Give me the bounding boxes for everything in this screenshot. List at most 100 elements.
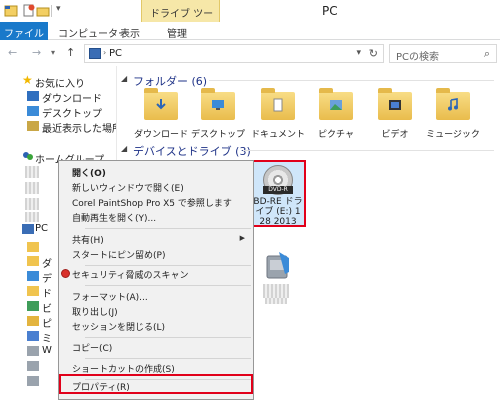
menu-item-corel-browse[interactable]: Corel PaintShop Pro X5 で参照します [59,195,253,210]
address-path: PC [109,48,123,59]
new-folder-icon[interactable] [36,4,50,17]
menu-separator [85,228,251,229]
section-divider [243,150,494,151]
folder-icon [27,256,39,266]
document-icon [273,98,283,112]
menu-label: 新しいウィンドウで開く(E) [72,184,184,194]
nav-item-music-pc[interactable]: ミ [42,330,52,345]
drive-bd-re-e[interactable]: DVD-R BD-RE ドラ イブ (E:) 1 28 2013 [249,160,306,227]
folder-label: ピクチャ [318,130,354,140]
tab-manage[interactable]: 管理 [167,22,187,40]
menu-item-share[interactable]: 共有(H) ▶ [59,232,253,247]
tab-file[interactable]: ファイル [0,22,48,40]
pictures-folder-icon [319,88,353,120]
menu-label: 取り出し(J) [72,308,118,318]
folder-downloads[interactable]: ダウンロード [131,88,191,140]
search-input[interactable]: PCの検索 ⌕ [389,44,497,63]
music-icon [27,331,39,341]
menu-label: セッションを閉じる(L) [72,323,166,333]
menu-label: セキュリティ脅威のスキャン [72,271,189,281]
submenu-arrow-icon: ▶ [239,234,245,242]
menu-label: 開く(O) [72,169,106,179]
collapse-devices-icon[interactable]: ◢ [121,144,127,153]
address-history-icon[interactable]: ▾ [356,48,361,58]
drive-label-redacted [263,284,289,298]
folder-pictures[interactable]: ピクチャ [306,88,366,140]
nav-item-documents-pc[interactable]: ド [42,285,52,300]
recent-locations-icon[interactable]: ▾ [51,48,55,57]
nav-item-pictures-pc[interactable]: ピ [42,315,52,330]
folder-music[interactable]: ミュージック [423,88,483,140]
breadcrumb-chevron-icon[interactable]: › [103,48,106,57]
folder-label: ミュージック [426,130,480,140]
desktop-icon [27,106,39,116]
nav-item-favorites[interactable]: お気に入り [35,75,85,90]
hard-drive-icon[interactable] [265,250,291,280]
folder-documents[interactable]: ドキュメント [248,88,308,140]
window-title: PC [322,4,338,18]
nav-item-downloads-pc[interactable]: ダ [42,255,52,270]
nav-item-downloads[interactable]: ダウンロード [42,90,102,105]
menu-separator [85,337,251,338]
menu-item-open-new-window[interactable]: 新しいウィンドウで開く(E) [59,180,253,195]
refresh-icon[interactable]: ↻ [369,47,378,60]
drive-icon [27,361,39,371]
address-field[interactable]: › PC ▾ ↻ [84,44,384,63]
search-icon[interactable]: ⌕ [484,47,490,61]
drive-icon [27,346,39,356]
menu-separator [85,358,251,359]
folder-desktop[interactable]: デスクトップ [188,88,248,140]
menu-item-format[interactable]: フォーマット(A)... [59,289,253,304]
photo-icon [330,100,342,110]
nav-item-pc[interactable]: PC [35,223,48,234]
quick-access-dropdown-icon[interactable]: ▾ [56,4,61,14]
pc-icon [22,224,34,234]
drive-label-line: イブ (E:) 1 [255,207,301,217]
user-avatar [25,198,39,210]
properties-icon[interactable] [22,4,36,17]
menu-item-copy[interactable]: コピー(C) [59,340,253,355]
ribbon-tabs: ファイル コンピューター 表示 管理 [0,22,500,40]
menu-item-security-scan[interactable]: セキュリティ脅威のスキャン [59,267,253,282]
menu-label: フォーマット(A)... [72,293,148,303]
menu-label: スタートにピン留め(P) [72,251,166,261]
menu-item-autoplay[interactable]: 自動再生を開く(Y)... [59,210,253,225]
folder-label: ビデオ [381,130,409,140]
nav-item-desktop-pc[interactable]: デ [42,270,52,285]
back-arrow-icon[interactable]: ← [8,46,17,59]
nav-item-desktop[interactable]: デスクトップ [42,105,102,120]
forward-arrow-icon[interactable]: → [32,46,41,59]
nav-item-windows-drive[interactable]: W [42,345,52,356]
up-arrow-icon[interactable]: ↑ [66,46,75,59]
recent-places-icon [27,121,39,131]
pictures-icon [27,316,39,326]
menu-item-pin-to-start[interactable]: スタートにピン留め(P) [59,247,253,262]
explorer-window-icon[interactable] [4,4,18,17]
tab-computer[interactable]: コンピューター [58,22,128,40]
section-header-devices[interactable]: デバイスとドライブ (3) [133,143,251,159]
menu-item-close-session[interactable]: セッションを閉じる(L) [59,319,253,334]
drive-label-line: BD-RE ドラ [253,197,303,207]
section-divider [209,80,494,81]
context-menu: 開く(O) 新しいウィンドウで開く(E) Corel PaintShop Pro… [58,160,254,400]
user-avatar [25,212,39,222]
tab-view[interactable]: 表示 [120,22,140,40]
pc-icon [89,48,101,59]
downloads-folder-icon [144,88,178,120]
title-bar: ▾ ドライブ ツール PC [0,0,500,35]
menu-item-open[interactable]: 開く(O) [59,165,253,180]
menu-label: コピー(C) [72,344,113,354]
quick-access-separator [51,5,52,17]
folder-videos[interactable]: ビデオ [365,88,425,140]
desktop-folder-icon [201,88,235,120]
section-header-folders[interactable]: フォルダー (6) [133,73,207,89]
nav-item-recent-places[interactable]: 最近表示した場所 [42,120,122,135]
collapse-folders-icon[interactable]: ◢ [121,74,127,83]
user-avatar [25,182,39,194]
film-icon [389,100,401,110]
nav-item-videos-pc[interactable]: ビ [42,300,52,315]
menu-label: 共有(H) [72,236,104,246]
address-bar: ← → ▾ ↑ › PC ▾ ↻ PCの検索 ⌕ [0,41,500,65]
menu-item-eject[interactable]: 取り出し(J) [59,304,253,319]
drive-label: BD-RE ドラ イブ (E:) 1 28 2013 [253,197,303,227]
